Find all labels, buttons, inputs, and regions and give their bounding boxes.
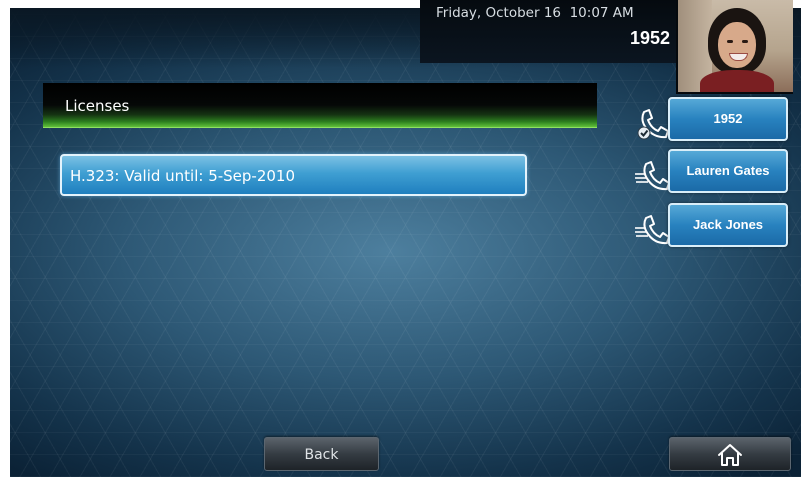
home-button[interactable] — [669, 437, 791, 471]
line-key-label: Jack Jones — [692, 217, 764, 232]
time-label: 10:07 AM — [569, 5, 634, 21]
person-face — [718, 22, 756, 68]
camera-self-view[interactable] — [676, 0, 793, 94]
handset-registered-icon — [637, 109, 669, 140]
license-list-item[interactable]: H.323: Valid until: 5-Sep-2010 — [60, 154, 527, 196]
line-key-label: Lauren Gates — [686, 163, 770, 178]
line-key-1952[interactable]: 1952 — [668, 97, 788, 141]
date-label: Friday, October 16 — [436, 5, 561, 21]
person-shirt — [700, 70, 774, 92]
own-line-number: 1952 — [629, 28, 670, 48]
person-eye — [727, 40, 733, 43]
handset-speed-dial-icon — [635, 215, 670, 245]
line-key-label: 1952 — [713, 111, 743, 126]
license-item-text: H.323: Valid until: 5-Sep-2010 — [70, 167, 296, 185]
handset-speed-dial-icon — [635, 161, 670, 191]
home-icon — [718, 444, 742, 466]
back-button[interactable]: Back — [264, 437, 379, 471]
date-time: Friday, October 16 10:07 AM — [436, 5, 634, 21]
licenses-header: Licenses — [43, 83, 597, 128]
line-key-jack-jones[interactable]: Jack Jones — [668, 203, 788, 247]
page-title: Licenses — [65, 97, 130, 115]
back-button-label: Back — [304, 447, 339, 463]
person-eye — [742, 40, 748, 43]
line-key-lauren-gates[interactable]: Lauren Gates — [668, 149, 788, 193]
